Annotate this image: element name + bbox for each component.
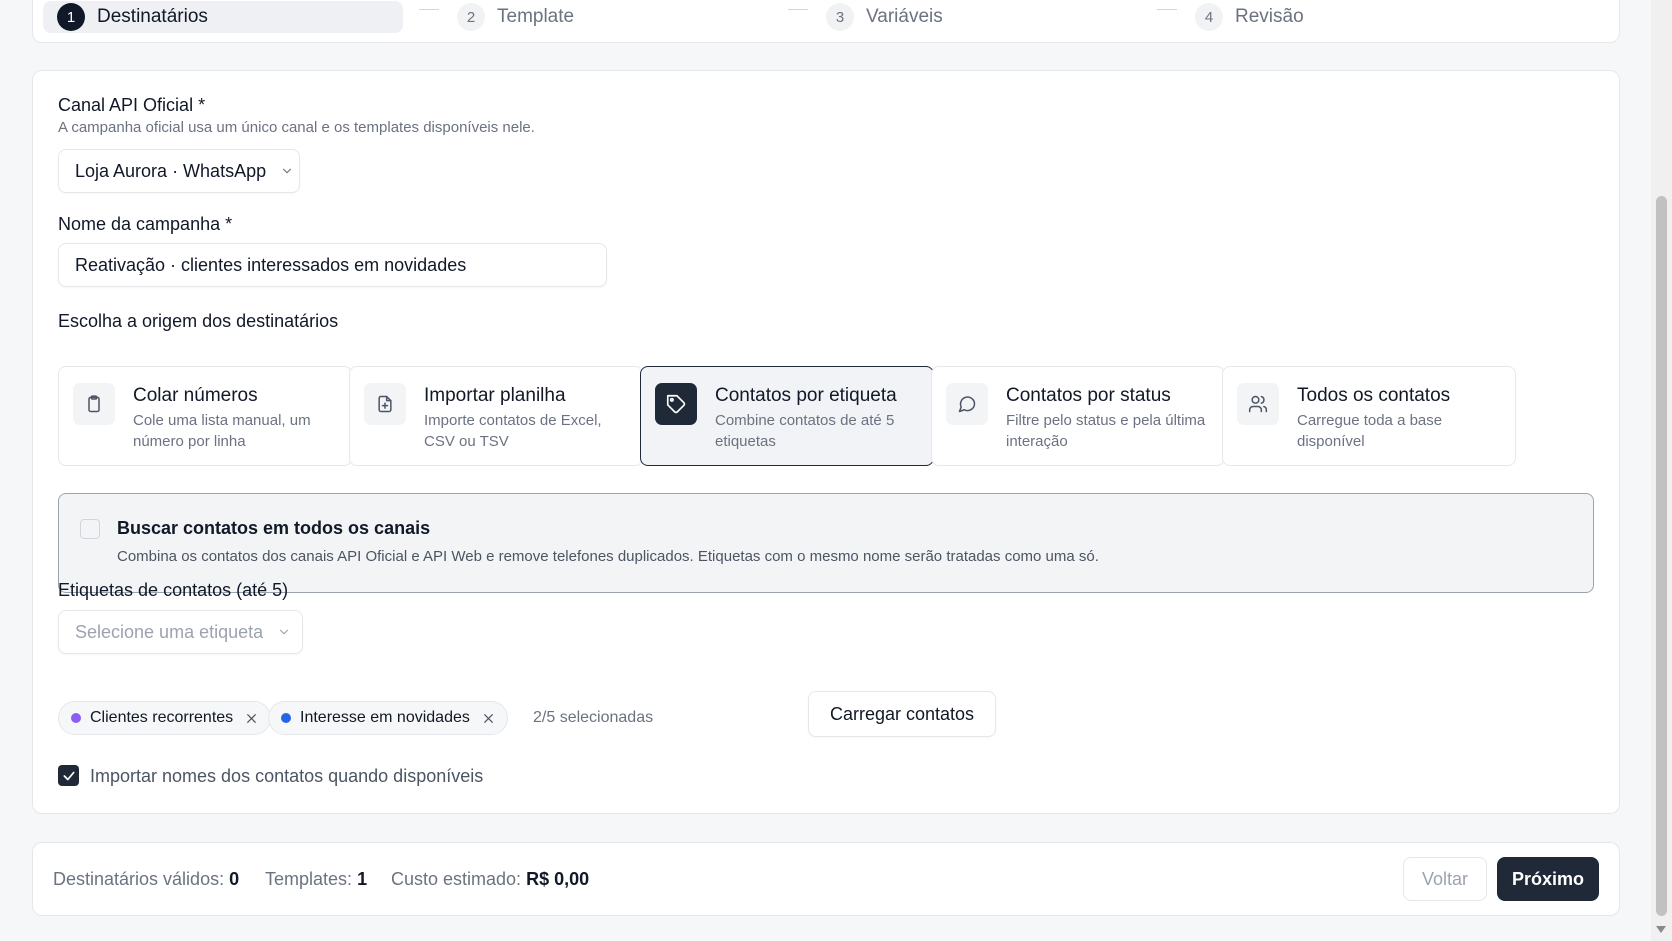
campaign-name-label: Nome da campanha *	[58, 214, 233, 234]
campaign-name-input[interactable]: Reativação · clientes interessados em no…	[58, 243, 607, 287]
source-option-import-spreadsheet[interactable]: Importar planilha Importe contatos de Ex…	[349, 366, 643, 466]
valid-recipients-label: Destinatários válidos:	[53, 869, 225, 889]
source-option-title: Importar planilha	[424, 385, 566, 406]
source-option-title: Contatos por status	[1006, 385, 1171, 406]
tag-chip-interesse-em-novidades: Interesse em novidades	[268, 701, 508, 735]
next-button[interactable]: Próximo	[1497, 857, 1599, 901]
channel-select-value: Loja Aurora · WhatsApp	[75, 160, 267, 181]
step-revisao[interactable]: 4 Revisão	[1195, 1, 1304, 33]
all-channels-option[interactable]: Buscar contatos em todos os canais Combi…	[58, 493, 1594, 593]
channel-label: Canal API Oficial *	[58, 95, 206, 115]
step-label: Template	[497, 6, 575, 27]
clipboard-icon	[73, 383, 115, 425]
import-names-checkbox[interactable]	[58, 765, 79, 786]
tag-chip-label: Interesse em novidades	[300, 709, 470, 726]
estimated-cost-label: Custo estimado:	[391, 869, 522, 889]
chat-bubble-icon	[946, 383, 988, 425]
source-option-title: Colar números	[133, 385, 258, 406]
source-option-desc: Filtre pelo status e pela última interaç…	[1006, 412, 1206, 450]
import-names-label: Importar nomes dos contatos quando dispo…	[90, 766, 484, 786]
back-button[interactable]: Voltar	[1403, 857, 1487, 901]
tag-color-dot	[71, 713, 81, 723]
step-separator	[788, 9, 808, 10]
all-channels-desc: Combina os contatos dos canais API Ofici…	[117, 548, 1099, 565]
source-option-paste-numbers[interactable]: Colar números Cole uma lista manual, um …	[58, 366, 352, 466]
tag-icon	[655, 383, 697, 425]
scrollbar-thumb[interactable]	[1656, 196, 1667, 916]
tags-label: Etiquetas de contatos (até 5)	[58, 580, 289, 600]
close-icon[interactable]	[245, 712, 258, 725]
estimated-cost-stat: Custo estimado: R$ 0,00	[391, 869, 589, 890]
scroll-down-arrow-icon[interactable]	[1656, 926, 1666, 933]
source-option-title: Todos os contatos	[1297, 385, 1451, 406]
check-icon	[62, 771, 75, 780]
step-separator	[1157, 9, 1177, 10]
channel-hint: A campanha oficial usa um único canal e …	[58, 119, 535, 136]
source-option-contacts-by-tag[interactable]: Contatos por etiqueta Combine contatos d…	[640, 366, 934, 466]
source-option-desc: Combine contatos de até 5 etiquetas	[715, 412, 895, 450]
source-option-all-contacts[interactable]: Todos os contatos Carregue toda a base d…	[1222, 366, 1516, 466]
scrollbar[interactable]	[1651, 0, 1672, 941]
valid-recipients-stat: Destinatários válidos: 0	[53, 869, 239, 890]
step-variaveis[interactable]: 3 Variáveis	[826, 1, 943, 33]
tags-selected-count: 2/5 selecionadas	[533, 709, 654, 726]
step-template[interactable]: 2 Template	[457, 1, 574, 33]
channel-select[interactable]: Loja Aurora · WhatsApp	[58, 149, 300, 193]
all-channels-checkbox[interactable]	[80, 519, 100, 539]
tag-chip-label: Clientes recorrentes	[90, 709, 234, 726]
users-icon	[1237, 383, 1279, 425]
source-option-desc: Cole uma lista manual, um número por lin…	[133, 412, 311, 450]
step-destinatarios[interactable]: 1 Destinatários	[43, 1, 403, 33]
step-number: 4	[1195, 3, 1223, 31]
chevron-down-icon	[280, 164, 294, 178]
source-option-contacts-by-status[interactable]: Contatos por status Filtre pelo status e…	[931, 366, 1225, 466]
estimated-cost-value: R$ 0,00	[526, 869, 590, 889]
tag-chip-clientes-recorrentes: Clientes recorrentes	[58, 701, 272, 735]
templates-label: Templates:	[265, 869, 353, 889]
footer-bar: Destinatários válidos: 0 Templates: 1 Cu…	[32, 842, 1620, 916]
all-channels-title: Buscar contatos em todos os canais	[117, 518, 431, 538]
valid-recipients-value: 0	[229, 869, 240, 889]
chevron-down-icon	[277, 625, 291, 639]
origin-label: Escolha a origem dos destinatários	[58, 311, 339, 331]
tag-select[interactable]: Selecione uma etiqueta	[58, 610, 303, 654]
source-option-desc: Importe contatos de Excel, CSV ou TSV	[424, 412, 602, 450]
close-icon[interactable]	[482, 712, 495, 725]
step-number: 2	[457, 3, 485, 31]
tag-select-placeholder: Selecione uma etiqueta	[75, 621, 264, 642]
templates-value: 1	[357, 869, 368, 889]
step-label: Revisão	[1235, 6, 1304, 27]
load-contacts-button[interactable]: Carregar contatos	[808, 691, 996, 737]
source-option-desc: Carregue toda a base disponível	[1297, 412, 1443, 450]
stepper: 1 Destinatários 2 Template 3 Variáveis 4…	[32, 0, 1620, 43]
tag-color-dot	[281, 713, 291, 723]
file-plus-icon	[364, 383, 406, 425]
step-number: 1	[57, 3, 85, 31]
recipients-form-card: Canal API Oficial * A campanha oficial u…	[32, 70, 1620, 814]
templates-stat: Templates: 1	[265, 869, 367, 890]
step-number: 3	[826, 3, 854, 31]
step-label: Destinatários	[97, 6, 208, 27]
step-separator	[419, 9, 439, 10]
campaign-name-value: Reativação · clientes interessados em no…	[75, 254, 467, 275]
source-option-title: Contatos por etiqueta	[715, 385, 897, 406]
step-label: Variáveis	[866, 6, 943, 27]
